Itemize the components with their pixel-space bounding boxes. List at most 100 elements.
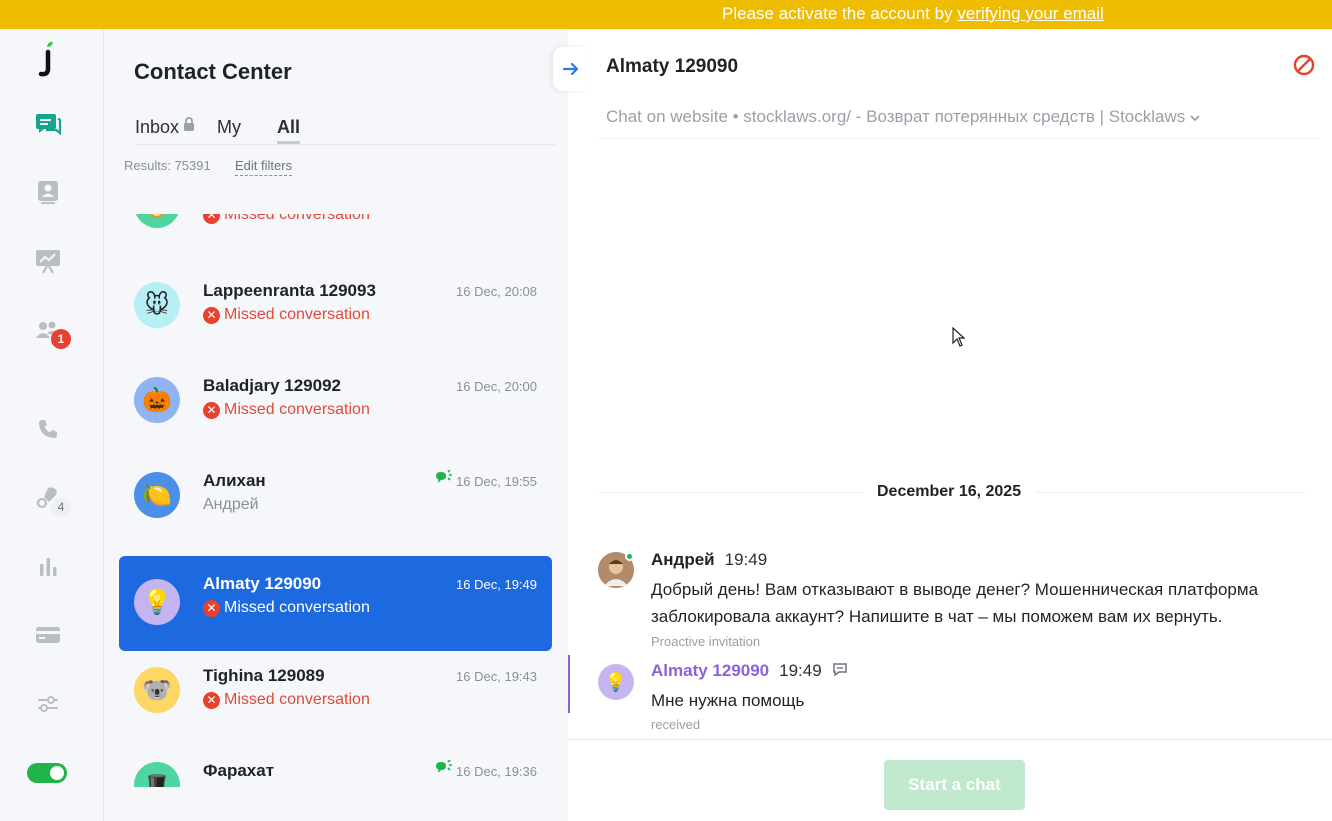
date-label: December 16, 2025 [863,483,1036,501]
missed-icon: ✕ [203,691,220,709]
conversation-list: 🐯 ✕Missed conversation 🐭 Lappeenranta 12… [104,214,568,787]
chevron-down-icon [1190,107,1200,126]
avatar [598,552,634,588]
conversation-status: ✕ Missed conversation [203,401,370,419]
conversation-name: Baladjary 129092 [203,376,341,395]
banner-prefix: Please activate the account by [722,4,958,23]
conversation-row-selected[interactable]: 💡 Almaty 129090 16 Dec, 19:49 ✕ Missed co… [119,556,552,651]
conversation-status: ✕ Missed conversation [203,306,370,324]
conversation-last-author: Андрей [203,496,259,513]
start-chat-button[interactable]: Start a chat [884,760,1025,810]
tab-inbox[interactable]: Inbox [135,117,194,138]
lock-icon [183,115,195,136]
analytics-icon[interactable] [32,551,64,583]
conversation-time: 16 Dec, 19:36 [456,764,537,779]
missed-icon: ✕ [203,401,220,419]
conversation-name: Almaty 129090 [203,574,322,593]
mouse-cursor-icon [952,326,966,352]
message-author: Андрей [651,550,715,569]
conversation-row[interactable]: 🐭 Lappeenranta 129093 16 Dec, 20:08 ✕ Mis… [119,259,552,354]
missed-icon: ✕ [203,599,220,617]
conversation-row[interactable]: 🐨 Tighina 129089 16 Dec, 19:43 ✕ Missed c… [119,644,552,739]
message-time: 19:49 [724,550,768,569]
conversation-tabs: Inbox My All [135,117,555,145]
online-status-toggle[interactable] [27,763,67,783]
chats-icon[interactable] [32,109,64,141]
activation-banner: Please activate the account by verifying… [0,0,1332,29]
conversation-status-text: Missed conversation [224,306,370,323]
collapse-panel-button[interactable] [553,47,589,91]
conversation-status-text: Missed conversation [224,401,370,418]
message-time: 19:49 [779,661,822,680]
conversation-status: ✕ Missed conversation [203,691,370,709]
reports-board-icon[interactable] [32,245,64,277]
mouse-icon: 🐭 [134,282,180,328]
billing-card-icon[interactable] [32,619,64,651]
phone-icon[interactable] [32,413,64,445]
conversation-time: 16 Dec, 20:00 [456,379,537,394]
settings-sliders-icon[interactable] [32,688,64,720]
chat-source-text: Chat on website • stocklaws.org/ - Возвр… [606,107,1186,126]
conversation-status: ✕ Missed conversation [203,599,370,617]
conversation-row[interactable]: 🍋 Алихан 16 Dec, 19:55 Андрей [119,449,552,544]
conversation-time: 16 Dec, 19:49 [456,577,537,592]
divider [568,739,1332,740]
chat-source-selector[interactable]: Chat on website • stocklaws.org/ - Возвр… [606,107,1200,127]
active-chat-icon [434,759,452,781]
conversation-status-text: Missed conversation [224,691,370,708]
tiger-icon: 🐯 [134,214,180,228]
message-meta: received [651,717,701,732]
chat-panel: Almaty 129090 Chat on website • stocklaw… [553,29,1332,821]
speech-bubble-icon [832,661,848,681]
date-separator: December 16, 2025 [598,481,1306,503]
missed-icon: ✕ [203,306,220,324]
tab-all[interactable]: All [277,117,301,144]
tab-my[interactable]: My [217,117,241,138]
block-contact-button[interactable] [1293,54,1315,81]
arrow-right-icon [562,62,579,76]
conversation-name: Tighina 129089 [203,666,325,685]
message-header: Almaty 129090 19:49 [651,661,848,681]
hat-icon: 🎩 [134,762,180,787]
conversation-row[interactable]: 🎩 Фарахат 16 Dec, 19:36 [119,739,552,787]
message-author: Almaty 129090 [651,661,770,680]
conversation-row[interactable]: 🎃 Baladjary 129092 16 Dec, 20:00 ✕ Missed… [119,354,552,449]
active-chat-icon [434,469,452,491]
edit-filters-link[interactable]: Edit filters [235,158,293,176]
online-indicator [625,552,634,561]
contacts-icon[interactable] [32,176,64,208]
conversation-status-text: Missed conversation [224,599,370,616]
message-text: Добрый день! Вам отказывают в выводе ден… [651,580,1259,626]
missed-icon: ✕ [203,214,220,224]
logo-icon[interactable] [32,41,64,77]
unread-marker [568,655,570,713]
activation-banner-text: Please activate the account by verifying… [722,4,1104,24]
conversation-name: Lappeenranta 129093 [203,281,376,300]
divider [598,138,1320,139]
page-title: Contact Center [134,59,292,84]
conversation-status-text: Missed conversation [224,214,370,223]
lightbulb-icon: 💡 [598,664,634,700]
conversation-time: 16 Dec, 20:08 [456,284,537,299]
lightbulb-icon: 💡 [134,579,180,625]
pumpkin-icon: 🎃 [134,377,180,423]
chat-title: Almaty 129090 [606,56,739,77]
conversation-time: 16 Dec, 19:55 [456,474,537,489]
message-text: Мне нужна помощь [651,691,805,710]
main-nav-rail: 1 4 [0,29,104,821]
conversation-name: Фарахат [203,761,275,780]
verify-email-link[interactable]: verifying your email [957,4,1103,23]
conversation-list-panel: Contact Center Inbox My All Results: 753… [104,29,568,821]
lemon-icon: 🍋 [134,472,180,518]
message-header: Андрей 19:49 [651,550,767,570]
conversation-time: 16 Dec, 19:43 [456,669,537,684]
results-count: Results: 75391 [124,158,211,173]
integrations-count-badge: 4 [51,497,71,517]
conversation-row[interactable]: 🐯 ✕ Missed conversation [119,214,552,254]
team-notification-badge: 1 [51,329,71,349]
conversation-status: ✕ Missed conversation [203,214,370,224]
message-meta: Proactive invitation [651,634,761,649]
ban-icon [1293,54,1315,76]
tab-inbox-label: Inbox [135,117,180,137]
koala-icon: 🐨 [134,667,180,713]
